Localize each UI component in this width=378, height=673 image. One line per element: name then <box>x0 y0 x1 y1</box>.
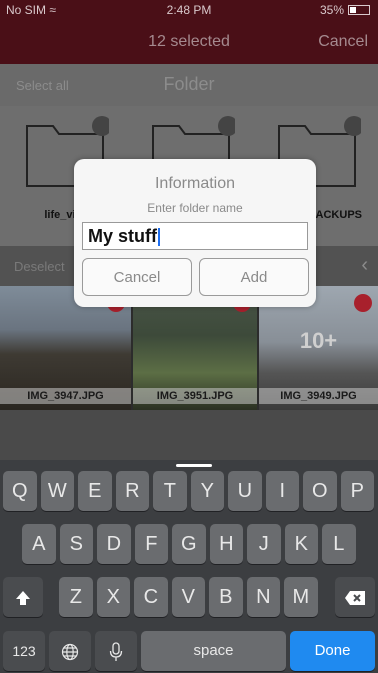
status-bar: No SIM ≈ 2:48 PM 35% <box>0 0 378 20</box>
key-i[interactable]: I <box>265 471 300 511</box>
dialog-title: Information <box>154 175 236 192</box>
battery-icon <box>348 5 370 15</box>
key-l[interactable]: L <box>322 524 356 564</box>
done-key[interactable]: Done <box>290 631 375 671</box>
dialog-add-button[interactable]: Add <box>199 258 309 296</box>
photo-label: IMG_3951.JPG <box>133 388 257 404</box>
key-y[interactable]: Y <box>190 471 225 511</box>
key-f[interactable]: F <box>134 524 169 564</box>
battery-percent: 35% <box>319 3 344 17</box>
empty-area <box>0 410 378 460</box>
key-t[interactable]: T <box>153 471 187 511</box>
key-r[interactable]: R <box>115 471 150 511</box>
drag-handle[interactable] <box>176 464 212 467</box>
key-q[interactable]: Q <box>3 471 37 511</box>
key-e[interactable]: E <box>78 471 112 511</box>
chevron-left-icon[interactable]: ‹ <box>361 254 368 277</box>
selected-check-icon <box>354 294 372 312</box>
text-caret <box>158 228 160 247</box>
information-dialog: Information Enter folder name My stuff C… <box>74 159 316 307</box>
keyboard: QWERTYUIOP ASDFGHJKL ZXCVBNM 123 space D… <box>0 460 378 673</box>
section-title: Folder <box>163 74 215 94</box>
key-n[interactable]: N <box>246 577 281 617</box>
deselect-button[interactable]: Deselect <box>14 259 65 274</box>
key-o[interactable]: O <box>303 471 337 511</box>
key-p[interactable]: P <box>340 471 375 511</box>
delete-key[interactable] <box>335 577 375 617</box>
key-g[interactable]: G <box>172 524 206 564</box>
photo-label: IMG_3949.JPG <box>259 388 378 404</box>
shift-icon <box>16 590 30 605</box>
more-count: 10+ <box>299 328 338 353</box>
key-x[interactable]: X <box>96 577 131 617</box>
numbers-key[interactable]: 123 <box>3 631 45 671</box>
key-z[interactable]: Z <box>59 577 93 617</box>
globe-icon <box>61 643 79 660</box>
space-key[interactable]: space <box>141 631 286 671</box>
microphone-icon <box>109 642 123 661</box>
globe-key[interactable] <box>49 631 91 671</box>
key-k[interactable]: K <box>284 524 319 564</box>
shift-key[interactable] <box>3 577 43 617</box>
nav-cancel-button[interactable]: Cancel <box>318 33 368 51</box>
key-h[interactable]: H <box>209 524 244 564</box>
key-m[interactable]: M <box>284 577 318 617</box>
key-d[interactable]: D <box>97 524 131 564</box>
key-b[interactable]: B <box>209 577 243 617</box>
folder-name-value: My stuff <box>88 226 157 246</box>
key-c[interactable]: C <box>134 577 168 617</box>
nav-bar: 12 selected Cancel <box>0 20 378 64</box>
folder-name-input[interactable]: My stuff <box>82 222 308 250</box>
battery-indicator: 35% <box>320 3 370 17</box>
folder-toolbar: Select all Folder <box>0 64 378 106</box>
battery-fill <box>350 7 356 13</box>
photo-label: IMG_3947.JPG <box>0 388 131 404</box>
backspace-icon <box>345 590 365 605</box>
key-a[interactable]: A <box>22 524 56 564</box>
key-w[interactable]: W <box>40 471 75 511</box>
key-v[interactable]: V <box>171 577 206 617</box>
key-u[interactable]: U <box>228 471 262 511</box>
key-j[interactable]: J <box>247 524 281 564</box>
key-s[interactable]: S <box>59 524 94 564</box>
dialog-cancel-button[interactable]: Cancel <box>82 258 192 296</box>
dictation-key[interactable] <box>95 631 137 671</box>
dialog-message: Enter folder name <box>147 201 243 215</box>
